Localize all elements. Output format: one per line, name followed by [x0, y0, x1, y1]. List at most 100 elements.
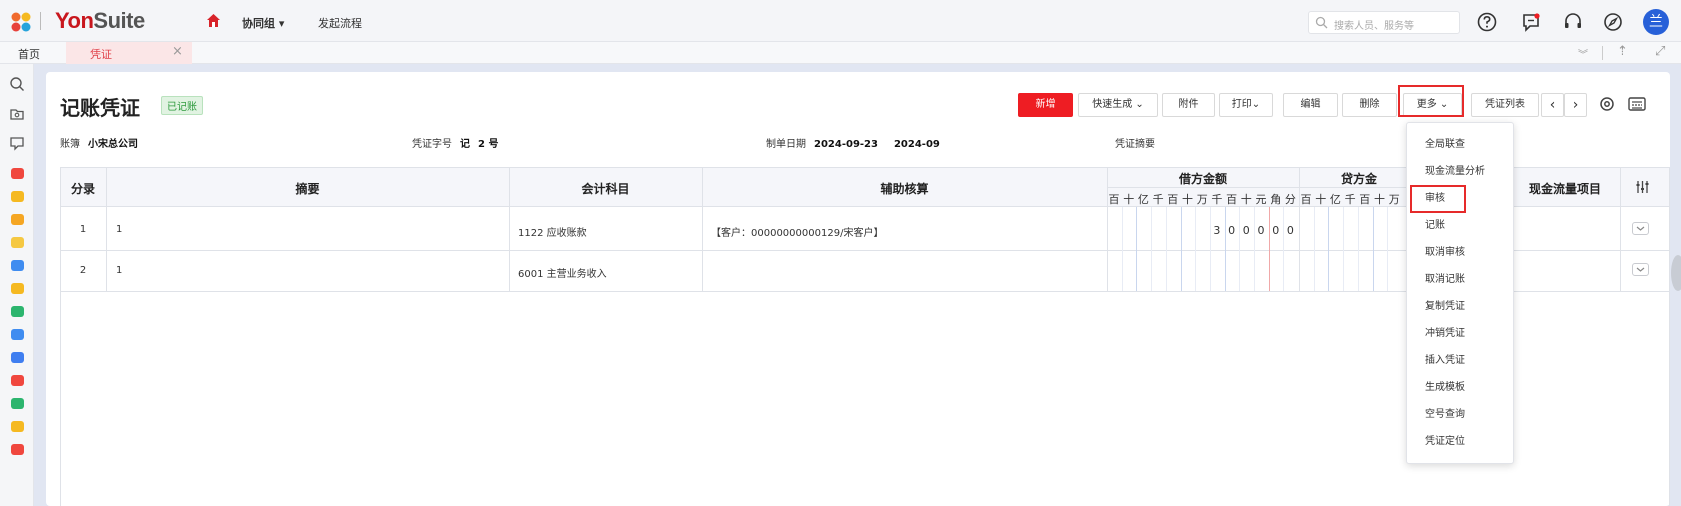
search-placeholder: 搜索人员、服务等	[1334, 21, 1414, 32]
print-button[interactable]: 打印⌄	[1219, 93, 1273, 117]
group-menu[interactable]: 协同组 ▾	[242, 15, 284, 31]
voucher-list-button[interactable]: 凭证列表	[1471, 93, 1539, 117]
debit-digit-header: 万	[1196, 193, 1208, 206]
book-field: 账簿 小宋总公司	[60, 135, 138, 150]
close-icon[interactable]: ×	[172, 44, 183, 59]
quick-generate-button[interactable]: 快速生成 ⌄	[1078, 93, 1158, 117]
menu-item-insert-voucher[interactable]: 插入凭证	[1425, 351, 1465, 366]
app-shortcut-icon[interactable]	[11, 283, 24, 294]
grid-line	[702, 167, 703, 291]
collapse-icon[interactable]: ︾	[1578, 46, 1588, 61]
audit-item-highlight	[1410, 185, 1466, 213]
digit-grid-line	[1357, 207, 1359, 291]
column-cashflow: 现金流量项目	[1528, 182, 1601, 196]
tab-home[interactable]: 首页	[18, 46, 40, 62]
user-avatar[interactable]: 兰	[1643, 9, 1669, 35]
row-expand-button[interactable]	[1632, 263, 1649, 276]
app-shortcut-icon[interactable]	[11, 237, 24, 248]
previous-icon[interactable]: ‹	[1541, 93, 1564, 117]
app-shortcut-icon[interactable]	[11, 191, 24, 202]
message-icon[interactable]	[1520, 11, 1542, 33]
debit-amount-digit: 0	[1257, 224, 1265, 237]
column-debit: 借方金额	[1178, 172, 1227, 186]
app-shortcut-icon[interactable]	[11, 352, 24, 363]
headset-icon[interactable]	[1562, 11, 1584, 33]
credit-digit-header: 千	[1344, 193, 1356, 206]
digit-grid-line	[1151, 207, 1153, 291]
column-account: 会计科目	[581, 182, 630, 196]
column-settings-icon[interactable]	[1635, 180, 1650, 194]
column-aux: 辅助核算	[880, 182, 929, 196]
row-2-entry: 2	[79, 265, 87, 276]
next-icon[interactable]: ›	[1564, 93, 1587, 117]
digit-grid-line	[1268, 207, 1270, 291]
menu-item-generate-template[interactable]: 生成模板	[1425, 378, 1465, 393]
app-shortcut-icon[interactable]	[11, 375, 24, 386]
menu-item-voucher-locate[interactable]: 凭证定位	[1425, 432, 1465, 447]
link-icon[interactable]	[1599, 96, 1615, 112]
row-1-aux[interactable]: 【客户：00000000000129/宋客户】	[711, 224, 883, 239]
app-shortcut-icon[interactable]	[11, 421, 24, 432]
menu-item-global-query[interactable]: 全局联查	[1425, 135, 1465, 150]
search-icon	[1315, 16, 1328, 29]
search-box[interactable]: 搜索人员、服务等	[1308, 11, 1460, 34]
delete-button[interactable]: 删除	[1342, 93, 1397, 117]
edit-button[interactable]: 编辑	[1283, 93, 1338, 117]
grid-line	[1669, 207, 1670, 506]
menu-item-post[interactable]: 记账	[1425, 216, 1445, 231]
chat-icon[interactable]	[9, 135, 25, 151]
help-icon[interactable]	[1476, 11, 1498, 33]
floating-assistant-handle[interactable]	[1671, 255, 1681, 291]
menu-item-cancel-audit[interactable]: 取消审核	[1425, 243, 1465, 258]
digit-grid-line	[1254, 207, 1255, 291]
row-1-account[interactable]: 1122 应收账款	[518, 224, 587, 239]
tab-voucher[interactable]: 凭证 ×	[66, 42, 192, 64]
compass-icon[interactable]	[1602, 11, 1624, 33]
menu-item-empty-number-query[interactable]: 空号查询	[1425, 405, 1465, 420]
grid-line	[1107, 167, 1108, 291]
period-value: 2024-09	[893, 139, 940, 150]
credit-digit-header: 百	[1359, 193, 1371, 206]
app-shortcut-icon[interactable]	[11, 398, 24, 409]
start-flow-link[interactable]: 发起流程	[318, 15, 362, 31]
app-shortcut-icon[interactable]	[11, 260, 24, 271]
voucher-number-field: 凭证字号记 2 号	[412, 135, 498, 150]
row-2-account[interactable]: 6001 主营业务收入	[518, 265, 607, 280]
digit-grid-line	[1180, 207, 1182, 291]
app-shortcut-icon[interactable]	[11, 214, 24, 225]
digit-grid-line	[1121, 207, 1123, 291]
grid-line	[60, 207, 61, 506]
app-grid-icon[interactable]	[10, 11, 32, 33]
grid-line	[1299, 167, 1300, 291]
app-shortcut-icon[interactable]	[11, 444, 24, 455]
attachment-button[interactable]: 附件	[1162, 93, 1215, 117]
calculator-icon[interactable]	[1628, 96, 1646, 112]
debit-amount-digit: 0	[1228, 224, 1236, 237]
digit-grid-line	[1224, 207, 1226, 291]
chevron-down-icon: ⌄	[1135, 99, 1144, 110]
row-expand-button[interactable]	[1632, 222, 1649, 235]
app-shortcut-icon[interactable]	[11, 168, 24, 179]
debit-digit-header: 百	[1226, 193, 1238, 206]
row-2-summary[interactable]: 1	[116, 265, 122, 276]
voucher-number-label: 凭证字号	[412, 139, 452, 150]
new-button[interactable]: 新增	[1018, 93, 1073, 117]
home-icon[interactable]	[206, 13, 221, 28]
menu-item-cancel-post[interactable]: 取消记账	[1425, 270, 1465, 285]
folder-icon[interactable]	[9, 106, 25, 122]
debit-amount-digit: 0	[1272, 224, 1280, 237]
row-1-summary[interactable]: 1	[116, 224, 122, 235]
credit-digit-header: 百	[1300, 193, 1312, 206]
fullscreen-icon[interactable]: ⤢	[1655, 44, 1665, 59]
menu-item-reverse-voucher[interactable]: 冲销凭证	[1425, 324, 1465, 339]
app-shortcut-icon[interactable]	[11, 329, 24, 340]
more-dropdown-menu: 全局联查 现金流量分析 审核 记账 取消审核 取消记账 复制凭证 冲销凭证 插入…	[1406, 122, 1514, 464]
debit-amount-digit: 0	[1286, 224, 1294, 237]
upload-icon[interactable]: ⇡	[1617, 44, 1628, 59]
menu-item-copy-voucher[interactable]: 复制凭证	[1425, 297, 1465, 312]
search-icon[interactable]	[9, 76, 25, 92]
menu-item-cashflow-analysis[interactable]: 现金流量分析	[1425, 162, 1485, 177]
app-shortcut-icon[interactable]	[11, 306, 24, 317]
credit-digit-header: 十	[1315, 193, 1327, 206]
date-value: 2024-09-23	[814, 139, 878, 150]
